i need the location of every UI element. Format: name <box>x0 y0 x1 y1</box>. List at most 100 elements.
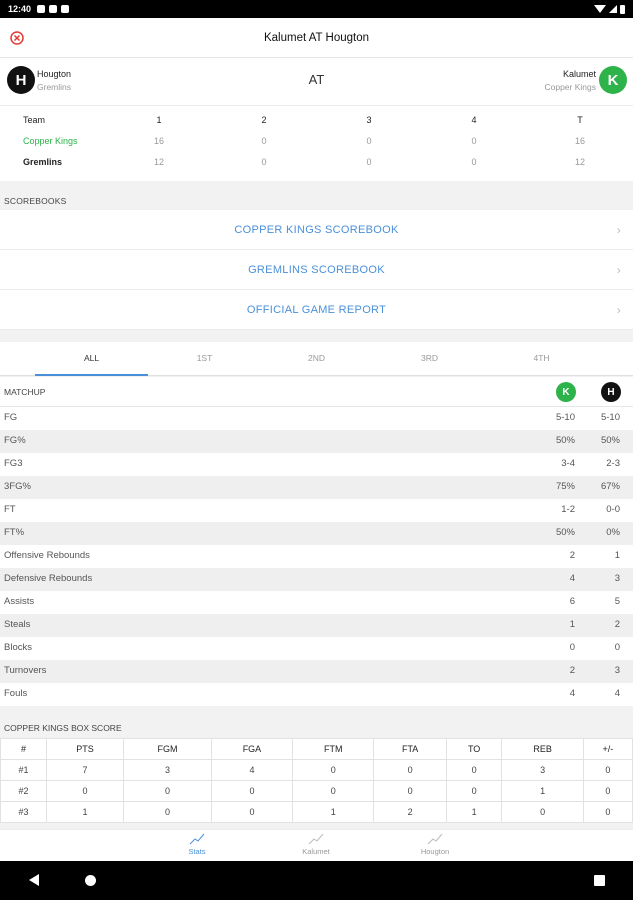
table-row: #3 1 0 0 1 2 1 0 0 <box>0 801 633 823</box>
stat-row: Steals 1 2 <box>0 614 633 637</box>
line-score-row: Gremlins 12 0 0 0 12 <box>0 152 633 173</box>
period-score: 0 <box>471 136 477 146</box>
stat-value-k: 50% <box>555 435 575 446</box>
table-cell: 0 <box>210 801 294 823</box>
table-cell: 0 <box>123 801 212 823</box>
stat-value-k: 0 <box>569 642 575 653</box>
stat-value-h: 3 <box>614 573 620 584</box>
recents-icon[interactable] <box>594 875 605 886</box>
column-header: +/- <box>582 738 633 760</box>
page-title: Kalumet AT Hougton <box>263 31 370 44</box>
stat-value-k: 4 <box>569 688 575 699</box>
stat-value-k: 2 <box>569 665 575 676</box>
notification-icon <box>49 5 58 13</box>
table-cell: 0 <box>45 780 125 802</box>
chevron-right-icon: › <box>616 223 621 237</box>
table-cell: 0 <box>445 780 503 802</box>
table-cell: 0 <box>582 780 633 802</box>
stat-row: Blocks 0 0 <box>0 637 633 660</box>
stat-value-h: 67% <box>600 481 620 492</box>
official-game-report-link[interactable]: OFFICIAL GAME REPORT › <box>0 290 633 330</box>
column-header: FTM <box>292 738 375 760</box>
stat-value-h: 0% <box>606 527 620 538</box>
stat-value-k: 1 <box>569 619 575 630</box>
notification-icon <box>37 5 46 13</box>
matchup-label: MATCHUP <box>4 387 46 397</box>
table-cell: 0 <box>123 780 212 802</box>
column-header: Team <box>23 115 46 125</box>
stat-value-k: 6 <box>569 596 575 607</box>
matchup-header: MATCHUP K H <box>0 377 633 407</box>
table-cell: 1 <box>45 801 125 823</box>
stat-row: FG% 50% 50% <box>0 430 633 453</box>
stat-name: Steals <box>4 619 31 630</box>
stat-name: FG3 <box>4 458 23 469</box>
table-cell: 0 <box>210 780 294 802</box>
chart-icon <box>427 833 443 845</box>
table-cell: 0 <box>292 759 375 781</box>
stat-name: FT <box>4 504 16 515</box>
nav-stats[interactable]: Stats <box>157 832 237 856</box>
nav-kalumet[interactable]: Kalumet <box>276 832 356 856</box>
column-header: # <box>0 738 47 760</box>
stat-name: Fouls <box>4 688 28 699</box>
column-header: 4 <box>471 115 477 125</box>
table-cell: #1 <box>0 759 47 781</box>
tab-all[interactable]: ALL <box>35 342 148 376</box>
nav-hougton[interactable]: Hougton <box>395 832 475 856</box>
signal-icon <box>609 5 617 13</box>
stat-row: FT 1-2 0-0 <box>0 499 633 522</box>
period-score: 0 <box>471 157 477 167</box>
tab-4th[interactable]: 4TH <box>485 342 598 376</box>
nav-label: Hougton <box>420 847 450 856</box>
tab-1st[interactable]: 1ST <box>148 342 261 376</box>
total-score: 12 <box>574 157 585 167</box>
chart-icon <box>189 833 205 845</box>
table-cell: 1 <box>445 801 503 823</box>
matchup-stats: FG 5-10 5-10 FG% 50% 50% FG3 3-4 2-3 3FG% 75% 67… <box>0 407 633 706</box>
stat-value-k: 4 <box>569 573 575 584</box>
team-name: Gremlins <box>23 157 63 167</box>
link-label: COPPER KINGS SCOREBOOK <box>234 223 399 236</box>
stat-value-k: 75% <box>555 481 575 492</box>
stat-name: FG <box>4 412 18 423</box>
stat-row: Offensive Rebounds 2 1 <box>0 545 633 568</box>
stat-value-h: 1 <box>614 550 620 561</box>
stat-value-h: 4 <box>614 688 620 699</box>
close-icon[interactable] <box>9 30 25 46</box>
gremlins-scorebook-link[interactable]: GREMLINS SCOREBOOK › <box>0 250 633 290</box>
stat-row: FG3 3-4 2-3 <box>0 453 633 476</box>
team-name: Copper Kings <box>23 136 78 146</box>
scorebooks-list: COPPER KINGS SCOREBOOK › GREMLINS SCOREB… <box>0 210 633 330</box>
tab-3rd[interactable]: 3RD <box>373 342 486 376</box>
table-row: #1 7 3 4 0 0 0 3 0 <box>0 759 633 781</box>
column-header: FTA <box>373 738 447 760</box>
table-cell: 3 <box>123 759 212 781</box>
stat-value-k: 50% <box>555 527 575 538</box>
period-score: 12 <box>153 157 164 167</box>
stat-name: FG% <box>4 435 26 446</box>
tab-2nd[interactable]: 2ND <box>260 342 373 376</box>
copper-kings-scorebook-link[interactable]: COPPER KINGS SCOREBOOK › <box>0 210 633 250</box>
stat-row: 3FG% 75% 67% <box>0 476 633 499</box>
stat-value-h: 5 <box>614 596 620 607</box>
stat-value-h: 5-10 <box>600 412 620 423</box>
stat-value-h: 2-3 <box>606 458 620 469</box>
table-cell: 3 <box>501 759 584 781</box>
link-label: OFFICIAL GAME REPORT <box>246 303 387 316</box>
table-cell: 0 <box>292 780 375 802</box>
gremlins-avatar: H <box>601 382 621 402</box>
stat-value-k: 3-4 <box>561 458 575 469</box>
column-header: T <box>577 115 583 125</box>
battery-icon <box>620 4 625 14</box>
stat-name: FT% <box>4 527 25 538</box>
column-header: 3 <box>366 115 372 125</box>
game-header: H Hougton Gremlins AT Kalumet Copper Kin… <box>0 58 633 106</box>
table-cell: 2 <box>373 801 447 823</box>
system-nav-bar <box>0 861 633 900</box>
home-icon[interactable] <box>85 875 96 886</box>
table-header-row: # PTS FGM FGA FTM FTA TO REB +/- <box>0 738 633 760</box>
back-icon[interactable] <box>29 874 39 886</box>
column-header: TO <box>445 738 503 760</box>
period-tabs: ALL 1ST 2ND 3RD 4TH <box>0 342 633 376</box>
